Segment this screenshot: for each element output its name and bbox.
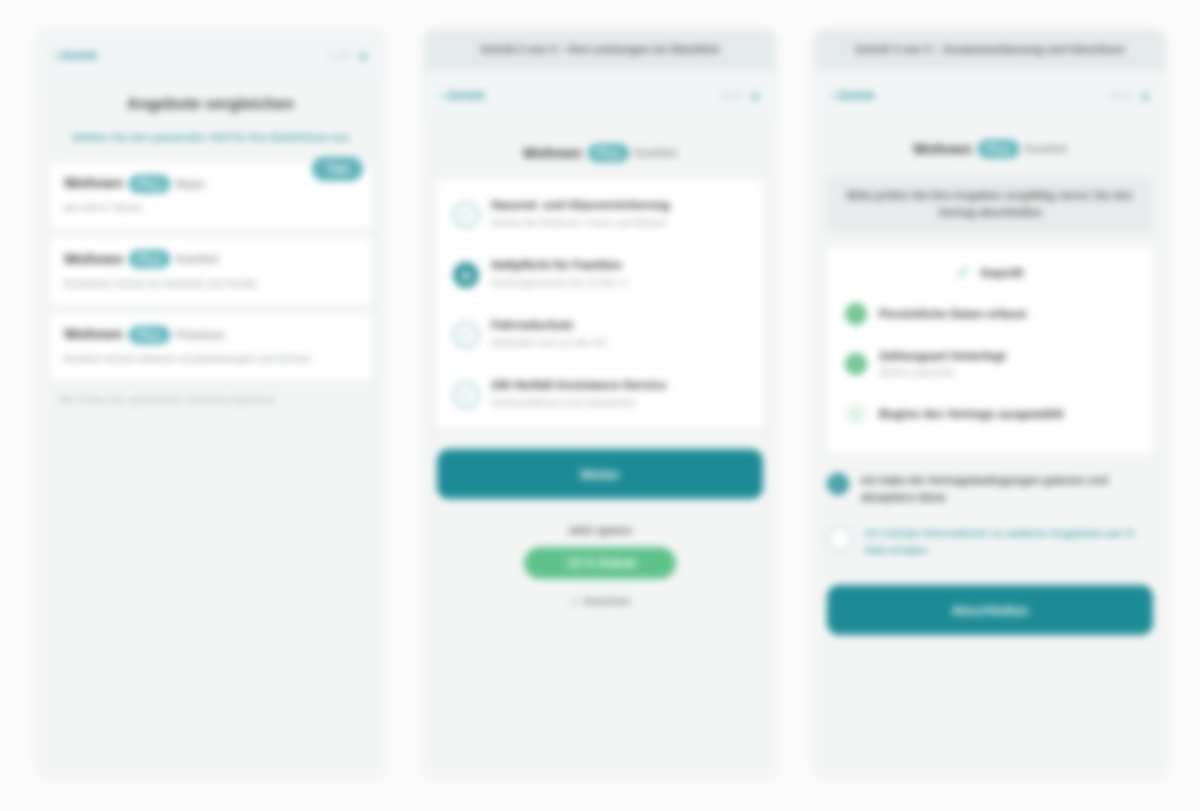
price-footnote: Alle Preise inkl. gesetzlicher Versicher…	[58, 395, 277, 406]
newsletter-consent[interactable]: Ich möchte Informationen zu weiteren Ang…	[827, 526, 1153, 559]
step-banner: Schritt 2 von 3 – Ihre Leistungen im Übe…	[425, 30, 775, 70]
submit-button[interactable]: Abschließen	[827, 585, 1153, 635]
check-icon: ✓	[453, 382, 479, 408]
back-link[interactable]: ‹ Zurück	[441, 90, 484, 102]
check-title: Zahlungsart hinterlegt	[879, 349, 1006, 363]
tariff-name: Basic	[176, 176, 206, 191]
tariff-name: Komfort	[635, 146, 678, 160]
brand-logo: Wohnen Plus Komfort	[913, 140, 1067, 158]
back-link[interactable]: ‹ Zurück	[54, 50, 97, 62]
benefit-subtitle: Schlüsseldienst und Handwerker	[491, 398, 637, 409]
brand-name: Wohnen	[912, 140, 972, 158]
step-indicator: 1 / 3	[329, 50, 349, 62]
brand-name: Wohnen	[64, 175, 123, 192]
tariff-name: Komfort	[176, 252, 219, 266]
brand-logo: Wohnen Plus Komfort	[523, 144, 677, 162]
tariff-name: Komfort	[1025, 142, 1068, 156]
check-row: ✓ Persönliche Daten erfasst	[845, 291, 1135, 337]
brand-pill: Plus	[128, 174, 171, 193]
continue-button[interactable]: Weiter	[437, 449, 763, 499]
newsletter-consent-label: Ich möchte Informationen zu weiteren Ang…	[865, 528, 1138, 557]
brand-logo: Wohnen Plus Premium	[64, 325, 225, 344]
discount-label: Jetzt sparen	[567, 525, 633, 537]
page-title: Angebote vergleichen	[126, 96, 295, 113]
brand-pill: Plus	[977, 140, 1020, 158]
benefit-title: Haftpflicht für Familien	[491, 258, 622, 272]
review-notice: Bitte prüfen Sie Ihre Angaben sorgfältig…	[827, 176, 1153, 233]
check-subtitle: SEPA-Lastschrift	[879, 368, 954, 379]
checkbox-checked-icon[interactable]: ✓	[827, 473, 849, 495]
brand-logo-row: Wohnen Plus Komfort	[815, 140, 1165, 158]
top-bar: ‹ Zurück 1 / 3 ≡	[38, 30, 383, 82]
brand-pill: Plus	[128, 250, 171, 268]
back-link[interactable]: ‹ Zurück	[831, 90, 874, 102]
top-bar: ‹ Zurück 3 / 3 ≡	[815, 70, 1165, 122]
menu-icon[interactable]: ≡	[1141, 88, 1149, 104]
brand-name: Wohnen	[522, 144, 582, 162]
checkbox-empty-icon[interactable]	[827, 526, 853, 552]
benefit-title: 24h Notfall-Assistance-Service	[491, 378, 667, 392]
check-row: ✓ Beginn des Vertrags ausgewählt	[845, 391, 1135, 437]
check-row: ✓ Zahlungsart hinterlegt SEPA-Lastschrif…	[845, 337, 1135, 391]
check-title: Persönliche Daten erfasst	[879, 307, 1027, 321]
check-icon: ✓	[845, 353, 867, 375]
check-header: ✓ Geprüft	[845, 263, 1135, 283]
summary-check-card: ✓ Geprüft ✓ Persönliche Daten erfasst ✓ …	[827, 247, 1153, 453]
screen-summary: Schritt 3 von 3 – Zusammenfassung und Ab…	[815, 30, 1165, 775]
benefit-title: Fahrradschutz	[491, 318, 574, 332]
tariff-card-basic[interactable]: Tipp Wohnen Plus Basic ab 4,90 € / Monat	[50, 156, 371, 228]
brand-name: Wohnen	[64, 326, 123, 343]
tariff-description: ab 4,90 € / Monat	[64, 203, 142, 214]
check-header-label: Geprüft	[980, 266, 1024, 280]
benefit-title: Hausrat- und Glasversicherung	[491, 198, 670, 212]
list-item[interactable]: ✓ 24h Notfall-Assistance-Service Schlüss…	[453, 364, 747, 423]
list-item[interactable]: ◆ Haftpflicht für Familien Deckungssumme…	[453, 244, 747, 304]
terms-consent[interactable]: ✓ Ich habe die Vertragsbedingungen geles…	[827, 473, 1153, 506]
brand-logo: Wohnen Plus Komfort	[64, 250, 218, 268]
subtitle-link[interactable]: Wählen Sie den passenden Tarif für Ihre …	[62, 130, 359, 147]
recommend-badge: Tipp	[311, 156, 363, 181]
brand-logo: Wohnen Plus Basic	[64, 174, 206, 193]
benefit-subtitle: Diebstahl rund um die Uhr	[491, 338, 608, 349]
brand-name: Wohnen	[64, 250, 123, 268]
benefit-subtitle: Schutz bei Einbruch, Feuer und Wasser	[491, 218, 668, 229]
check-icon: ✓	[845, 303, 867, 325]
check-icon: ✓	[845, 403, 867, 425]
brand-pill: Plus	[128, 325, 171, 344]
brand-pill: Plus	[587, 144, 630, 162]
step-banner: Schritt 3 von 3 – Zusammenfassung und Ab…	[815, 30, 1165, 70]
check-circle-icon: ✓	[956, 265, 971, 282]
top-bar: ‹ Zurück 2 / 3 ≡	[425, 70, 775, 122]
menu-icon[interactable]: ≡	[751, 88, 759, 104]
check-icon: ✓	[453, 202, 479, 228]
brand-logo-row: Wohnen Plus Komfort	[425, 144, 775, 162]
menu-icon[interactable]: ≡	[359, 48, 367, 64]
step-indicator: 3 / 3	[1111, 90, 1131, 102]
discount-pill[interactable]: -15 % Rabatt	[523, 547, 677, 579]
check-title: Beginn des Vertrags ausgewählt	[879, 407, 1064, 421]
screen-benefits: Schritt 2 von 3 – Ihre Leistungen im Übe…	[425, 30, 775, 775]
tariff-description: Rundum-Schutz inklusive Zusatzleistungen…	[64, 354, 311, 365]
step-indicator: 2 / 3	[721, 90, 741, 102]
tariff-description: Erweiterter Schutz für Haushalt und Fami…	[64, 278, 257, 290]
terms-consent-label: Ich habe die Vertragsbedingungen gelesen…	[861, 475, 1108, 504]
shield-icon: ◆	[453, 262, 479, 288]
secure-note: ✓ Gesichert	[570, 596, 630, 608]
discount-block: Jetzt sparen -15 % Rabatt ✓ Gesichert	[425, 525, 775, 608]
benefit-list: ✓ Hausrat- und Glasversicherung Schutz b…	[437, 180, 763, 427]
benefit-subtitle: Deckungssumme bis 10 Mio. €	[491, 278, 628, 289]
tariff-card-premium[interactable]: Wohnen Plus Premium Rundum-Schutz inklus…	[50, 313, 371, 379]
tariff-card-komfort[interactable]: Wohnen Plus Komfort Erweiterter Schutz f…	[50, 238, 371, 304]
tariff-name: Premium	[176, 327, 225, 342]
screen-tariff-list: ‹ Zurück 1 / 3 ≡ Angebote vergleichen Wä…	[38, 30, 383, 775]
check-icon: ✓	[453, 322, 479, 348]
list-item[interactable]: ✓ Hausrat- und Glasversicherung Schutz b…	[453, 184, 747, 244]
list-item[interactable]: ✓ Fahrradschutz Diebstahl rund um die Uh…	[453, 304, 747, 364]
